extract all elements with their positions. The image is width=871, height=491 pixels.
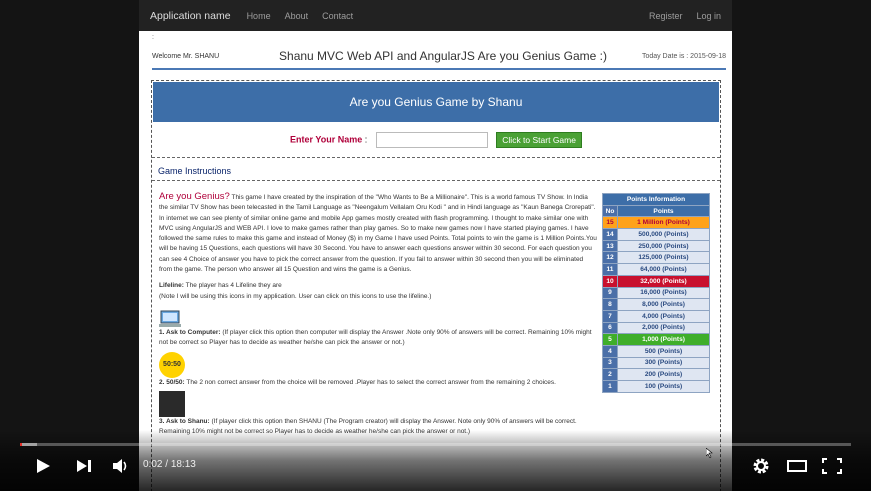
points-row: 9 16,000 (Points) [602, 286, 710, 300]
intro-heading: Are you Genius? [159, 191, 230, 202]
time-separator: / [165, 459, 169, 470]
gear-icon[interactable] [751, 456, 771, 476]
points-table: Points Information No Points 15 1 Million… [602, 193, 710, 393]
nav-about[interactable]: About [285, 11, 309, 21]
current-time: 0:02 [143, 459, 163, 470]
lifeline-label: Lifeline: [159, 282, 184, 290]
next-icon[interactable] [74, 456, 94, 476]
points-row-number: 8 [602, 298, 618, 311]
ask-computer-label: 1. Ask to Computer: [159, 328, 221, 336]
video-frame[interactable]: Application name Home About Contact Regi… [0, 0, 871, 491]
points-row-number: 11 [602, 263, 618, 276]
instructions-body: Are you Genius? This game I have created… [159, 191, 597, 437]
name-colon: : [364, 134, 368, 145]
points-row-number: 12 [602, 251, 618, 265]
name-row: Enter Your Name : Click to Start Game [152, 132, 720, 148]
page-title: Shanu MVC Web API and AngularJS Are you … [279, 49, 607, 63]
points-row: 14 500,000 (Points) [602, 228, 710, 241]
play-icon[interactable] [34, 456, 52, 476]
points-row: 1 100 (Points) [602, 380, 710, 393]
lifeline-note: (Note I will be using this icons in my a… [159, 292, 432, 300]
points-row-number: 4 [602, 344, 618, 358]
nav-contact[interactable]: Contact [322, 11, 353, 21]
points-row-value: 500,000 (Points) [617, 228, 710, 241]
points-row-value: 1,000 (Points) [617, 333, 710, 346]
points-row-number: 5 [602, 333, 618, 346]
points-row: 6 2,000 (Points) [602, 321, 710, 335]
points-row-number: 3 [602, 356, 618, 370]
instructions-title: Game Instructions [152, 157, 720, 181]
points-row: 2 200 (Points) [602, 368, 710, 381]
points-row: 8 8,000 (Points) [602, 298, 710, 311]
points-row-number: 14 [602, 228, 618, 241]
points-row: 10 32,000 (Points) [602, 274, 710, 288]
points-row: 4 500 (Points) [602, 344, 710, 358]
points-row-number: 6 [602, 321, 618, 335]
lifeline-text: The player has 4 Lifeline they are [185, 282, 282, 290]
volume-icon[interactable] [111, 456, 131, 476]
nav-home[interactable]: Home [247, 11, 271, 21]
points-row-value: 32,000 (Points) [617, 274, 710, 288]
ask-computer-text: (If player click this option then comput… [159, 328, 592, 347]
points-row-value: 300 (Points) [617, 356, 710, 370]
points-row-number: 9 [602, 286, 618, 300]
points-row-value: 2,000 (Points) [617, 321, 710, 335]
points-row-value: 4,000 (Points) [617, 309, 710, 323]
crumb-mark: : [152, 34, 154, 41]
points-row-value: 500 (Points) [617, 344, 710, 358]
points-row-value: 1 Million (Points) [617, 216, 710, 230]
theater-mode-icon[interactable] [786, 456, 808, 476]
time-display: 0:02 / 18:13 [143, 459, 196, 470]
points-row-value: 8,000 (Points) [617, 298, 710, 311]
duration: 18:13 [170, 459, 196, 470]
computer-icon[interactable] [159, 310, 181, 328]
points-row: 12 125,000 (Points) [602, 251, 710, 265]
points-row-number: 2 [602, 368, 618, 381]
fifty-fifty-icon[interactable]: 50:50 [159, 351, 185, 378]
nav-register[interactable]: Register [649, 11, 683, 21]
ask-shanu-label: 3. Ask to Shanu: [159, 417, 210, 425]
progress-buffered [20, 443, 37, 446]
points-row: 11 64,000 (Points) [602, 263, 710, 276]
points-row-number: 10 [602, 274, 618, 288]
progress-played [20, 443, 22, 446]
points-row: 5 1,000 (Points) [602, 333, 710, 346]
fullscreen-icon[interactable] [821, 456, 843, 476]
points-row-value: 100 (Points) [617, 380, 710, 393]
game-banner: Are you Genius Game by Shanu [153, 82, 719, 122]
webpage-screenshot: Application name Home About Contact Regi… [139, 0, 732, 491]
mouse-cursor-icon [705, 445, 714, 459]
lifeline-block: Lifeline: The player has 4 Lifeline they… [159, 281, 597, 302]
points-row-number: 7 [602, 309, 618, 323]
brand-link[interactable]: Application name [150, 10, 231, 22]
points-row: 15 1 Million (Points) [602, 216, 710, 230]
page-header: Welcome Mr. SHANU Shanu MVC Web API and … [152, 44, 726, 70]
shanu-avatar-icon[interactable] [159, 390, 185, 417]
points-row-value: 16,000 (Points) [617, 286, 710, 300]
fifty-text: The 2 non correct answer from the choice… [186, 378, 556, 386]
points-row-value: 64,000 (Points) [617, 263, 710, 276]
points-row-number: 1 [602, 380, 618, 393]
welcome-text: Welcome Mr. SHANU [152, 52, 220, 60]
points-row: 13 250,000 (Points) [602, 239, 710, 253]
points-col-no: No [602, 204, 618, 218]
points-row: 3 300 (Points) [602, 356, 710, 370]
points-row-number: 13 [602, 239, 618, 253]
intro-text: This game I have created by the inspirat… [159, 194, 597, 274]
today-date: Today Date is : 2015-09-18 [641, 52, 726, 60]
points-row-value: 200 (Points) [617, 368, 710, 381]
progress-bar[interactable] [20, 443, 851, 446]
points-col-points: Points [617, 204, 710, 218]
points-row-value: 250,000 (Points) [617, 239, 710, 253]
points-row-number: 15 [602, 216, 618, 230]
points-row: 7 4,000 (Points) [602, 309, 710, 323]
navbar: Application name Home About Contact Regi… [139, 0, 732, 31]
name-input[interactable] [375, 132, 488, 148]
points-title: Points Information [602, 193, 710, 206]
name-label: Enter Your Name [290, 134, 363, 145]
points-row-value: 125,000 (Points) [617, 251, 710, 265]
start-game-button[interactable]: Click to Start Game [496, 132, 582, 148]
fifty-label: 2. 50/50: [159, 378, 185, 386]
nav-login[interactable]: Log in [696, 11, 721, 21]
